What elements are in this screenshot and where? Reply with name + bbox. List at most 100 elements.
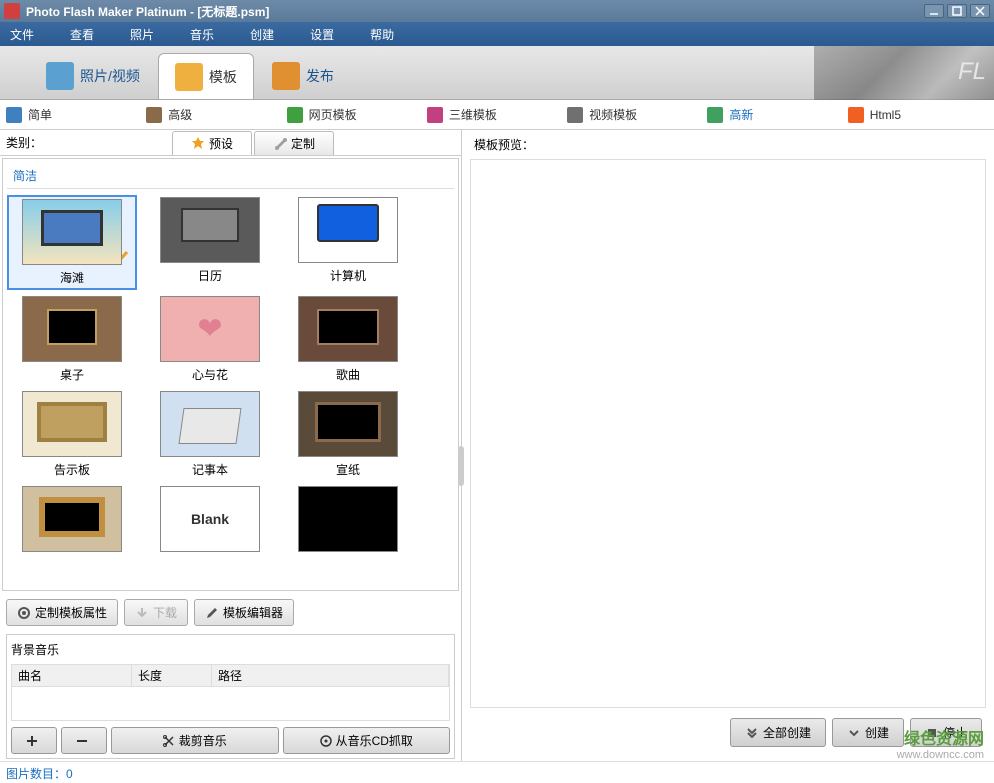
template-label: 计算机 xyxy=(330,267,366,284)
template-item[interactable]: 海滩 xyxy=(7,195,137,290)
content: 类别： 预设 定制 简洁 海滩日历计算机桌子心与花歌曲告示板记事本宣纸Blank… xyxy=(0,130,994,761)
menu-music[interactable]: 音乐 xyxy=(190,26,214,43)
customize-props-button[interactable]: 定制模板属性 xyxy=(6,599,118,626)
template-thumb xyxy=(160,197,260,263)
template-label: 心与花 xyxy=(192,366,228,383)
template-label: 日历 xyxy=(198,267,222,284)
subtab-preset[interactable]: 预设 xyxy=(172,131,252,155)
plus-icon xyxy=(26,735,38,747)
template-item[interactable]: 桌子 xyxy=(7,294,137,385)
main-tabs: 照片/视频 模板 发布 xyxy=(0,46,994,100)
music-col-path[interactable]: 路径 xyxy=(212,665,449,686)
menu-file[interactable]: 文件 xyxy=(10,26,34,43)
download-button[interactable]: 下载 xyxy=(124,599,188,626)
template-item[interactable]: 告示板 xyxy=(7,389,137,480)
menu-create[interactable]: 创建 xyxy=(250,26,274,43)
window-controls xyxy=(924,4,990,18)
titlebar: Photo Flash Maker Platinum - [无标题.psm] xyxy=(0,0,994,22)
music-col-length[interactable]: 长度 xyxy=(132,665,212,686)
template-label: 歌曲 xyxy=(336,366,360,383)
type-label: 网页模板 xyxy=(309,106,357,123)
maximize-button[interactable] xyxy=(947,4,967,18)
type-label: 高新 xyxy=(729,106,753,123)
type-3-button[interactable]: 三维模板 xyxy=(427,106,555,123)
tab-photo-video[interactable]: 照片/视频 xyxy=(30,53,156,99)
template-item[interactable]: 歌曲 xyxy=(283,294,413,385)
music-title: 背景音乐 xyxy=(11,639,450,664)
template-grid: 海滩 日历 计算机桌子心与花 歌曲告示板 记事本宣纸 Blank xyxy=(7,195,454,558)
close-button[interactable] xyxy=(970,4,990,18)
subtab-custom[interactable]: 定制 xyxy=(254,131,334,155)
style-header: 简洁 xyxy=(7,163,454,189)
type-5-button[interactable]: 高新 xyxy=(707,106,835,123)
watermark-line1: 绿色资源网 xyxy=(897,725,984,749)
music-cd-capture-button[interactable]: 从音乐CD抓取 xyxy=(283,727,451,754)
type-label: Html5 xyxy=(870,108,901,122)
template-item[interactable]: 记事本 xyxy=(145,389,275,480)
type-4-button[interactable]: 视频模板 xyxy=(567,106,695,123)
type-icon xyxy=(567,107,583,123)
tab-publish[interactable]: 发布 xyxy=(256,53,350,99)
type-icon xyxy=(427,107,443,123)
arrow-down-icon xyxy=(847,726,861,740)
pencil-icon xyxy=(205,606,219,620)
status-bar: 图片数目：0 xyxy=(0,761,994,783)
type-icon xyxy=(6,107,22,123)
scissors-icon xyxy=(163,735,175,747)
type-icon xyxy=(707,107,723,123)
template-item[interactable]: 宣纸 xyxy=(283,389,413,480)
template-thumb xyxy=(298,486,398,552)
button-label: 从音乐CD抓取 xyxy=(336,732,413,749)
preview-area xyxy=(470,159,986,708)
tab-template[interactable]: 模板 xyxy=(158,53,254,99)
window-title: Photo Flash Maker Platinum - [无标题.psm] xyxy=(26,3,924,20)
template-item[interactable]: 计算机 xyxy=(283,195,413,290)
disc-icon xyxy=(320,735,332,747)
music-remove-button[interactable] xyxy=(61,727,107,754)
template-item[interactable] xyxy=(283,484,413,558)
template-item[interactable] xyxy=(7,484,137,558)
create-all-button[interactable]: 全部创建 xyxy=(730,718,826,747)
template-item[interactable]: 心与花 xyxy=(145,294,275,385)
pane-divider[interactable] xyxy=(458,446,464,486)
music-crop-button[interactable]: 裁剪音乐 xyxy=(111,727,279,754)
double-arrow-down-icon xyxy=(745,726,759,740)
type-2-button[interactable]: 网页模板 xyxy=(287,106,415,123)
template-thumb xyxy=(22,391,122,457)
template-thumb xyxy=(298,197,398,263)
create-button[interactable]: 创建 xyxy=(832,718,904,747)
type-6-button[interactable]: Html5 xyxy=(848,107,976,123)
subtab-label: 定制 xyxy=(291,135,315,152)
watermark-line2: www.downcc.com xyxy=(897,749,984,761)
template-thumb xyxy=(160,296,260,362)
type-0-button[interactable]: 简单 xyxy=(6,106,134,123)
music-add-button[interactable] xyxy=(11,727,57,754)
menu-photo[interactable]: 照片 xyxy=(130,26,154,43)
download-icon xyxy=(135,606,149,620)
template-item[interactable]: 日历 xyxy=(145,195,275,290)
menu-help[interactable]: 帮助 xyxy=(370,26,394,43)
button-label: 模板编辑器 xyxy=(223,604,283,621)
template-item[interactable]: Blank xyxy=(145,484,275,558)
template-scroll[interactable]: 简洁 海滩 日历 计算机桌子心与花 歌曲告示板 记事本宣纸 Blank xyxy=(3,159,458,590)
template-label: 海滩 xyxy=(60,269,84,286)
template-label: 告示板 xyxy=(54,461,90,478)
type-1-button[interactable]: 高级 xyxy=(146,106,274,123)
watermark: 绿色资源网 www.downcc.com xyxy=(897,725,984,761)
template-thumb xyxy=(298,296,398,362)
menu-view[interactable]: 查看 xyxy=(70,26,94,43)
music-col-name[interactable]: 曲名 xyxy=(12,665,132,686)
music-list[interactable] xyxy=(11,687,450,721)
template-thumb xyxy=(22,296,122,362)
template-thumb xyxy=(160,391,260,457)
publish-icon xyxy=(272,62,300,90)
template-thumb: Blank xyxy=(160,486,260,552)
minimize-button[interactable] xyxy=(924,4,944,18)
type-label: 三维模板 xyxy=(449,106,497,123)
music-buttons: 裁剪音乐 从音乐CD抓取 xyxy=(11,727,450,754)
button-label: 裁剪音乐 xyxy=(179,732,227,749)
button-label: 全部创建 xyxy=(763,724,811,741)
template-editor-button[interactable]: 模板编辑器 xyxy=(194,599,294,626)
menu-settings[interactable]: 设置 xyxy=(310,26,334,43)
decor-banner xyxy=(814,46,994,100)
